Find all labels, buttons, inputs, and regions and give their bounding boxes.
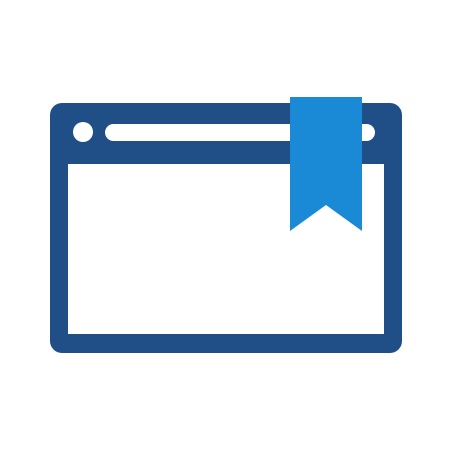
bookmarked-browser-window-icon <box>50 97 402 353</box>
window-control-dot <box>73 122 93 142</box>
icon-canvas <box>0 0 451 451</box>
